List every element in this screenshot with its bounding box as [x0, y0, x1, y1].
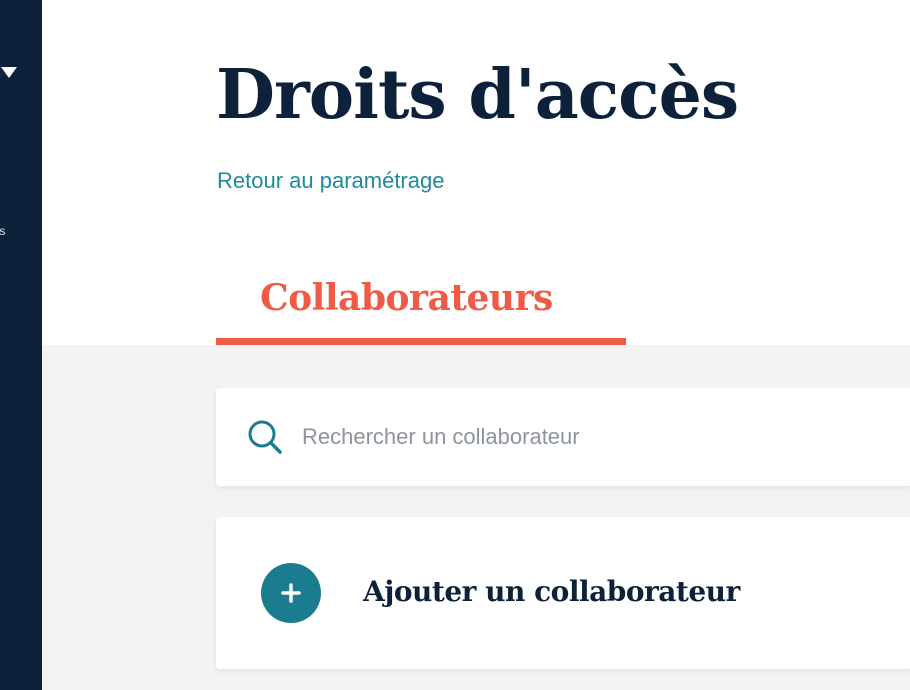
page-title: Droits d'accès [216, 55, 739, 135]
tab-label: Collaborateurs [260, 277, 553, 319]
caret-down-icon[interactable] [0, 64, 20, 80]
active-tab-indicator [216, 338, 626, 345]
plus-icon [261, 563, 321, 623]
search-icon [246, 418, 284, 456]
add-collaborator-label: Ajouter un collaborateur [363, 575, 740, 608]
back-to-settings-link[interactable]: Retour au paramétrage [217, 168, 444, 194]
search-input[interactable] [300, 416, 864, 458]
search-card [216, 388, 910, 486]
tab-collaborateurs[interactable]: Collaborateurs [216, 275, 626, 347]
add-collaborator-button[interactable]: Ajouter un collaborateur [216, 517, 910, 669]
sidebar-item-label[interactable]: ts [0, 224, 5, 238]
sidebar: ts [0, 0, 42, 690]
